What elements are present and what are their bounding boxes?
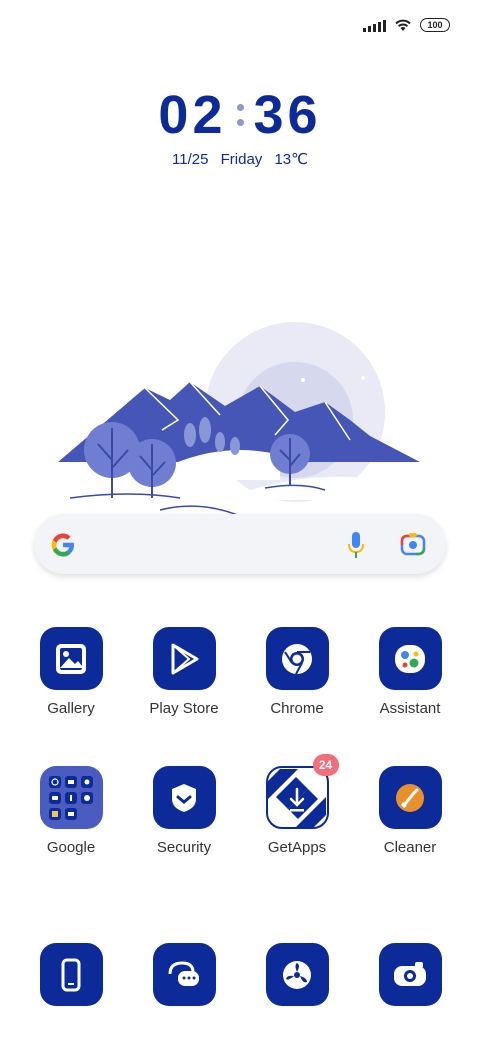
status-bar: 100: [363, 18, 450, 32]
app-cleaner[interactable]: Cleaner: [355, 766, 465, 856]
app-play-store[interactable]: Play Store: [129, 627, 239, 717]
assistant-icon: [378, 627, 442, 690]
app-label: Chrome: [270, 700, 324, 717]
gallery-icon: [39, 627, 103, 690]
wifi-icon: [395, 19, 411, 31]
app-getapps[interactable]: 24 GetApps: [242, 754, 352, 856]
app-chrome[interactable]: Chrome: [242, 627, 352, 717]
app-label: Assistant: [379, 700, 441, 717]
dock-phone[interactable]: [16, 943, 126, 1006]
phone-icon: [39, 943, 103, 1006]
signal-icon: [363, 18, 386, 32]
app-label: GetApps: [267, 839, 327, 856]
clock-hours: 02: [158, 85, 227, 145]
app-google-folder[interactable]: Google: [16, 766, 126, 856]
app-assistant[interactable]: Assistant: [355, 627, 465, 717]
date-weather[interactable]: 11/25 Friday 13℃: [0, 150, 480, 168]
app-label: Play Store: [149, 700, 219, 717]
dock-browser[interactable]: [242, 943, 352, 1006]
app-label: Cleaner: [383, 839, 437, 856]
notification-badge: 24: [312, 754, 339, 776]
app-gallery[interactable]: Gallery: [16, 627, 126, 717]
dock-camera[interactable]: [355, 943, 465, 1006]
app-label: Google: [46, 839, 96, 856]
google-folder-icon: [39, 766, 103, 829]
day-text: Friday: [220, 151, 263, 168]
app-label: Security: [156, 839, 212, 856]
clock-widget[interactable]: 02 36: [0, 84, 480, 146]
security-icon: [152, 766, 216, 829]
cleaner-icon: [378, 766, 442, 829]
voice-search-icon[interactable]: [346, 530, 366, 560]
date-text: 11/25: [172, 151, 209, 168]
mountain-illustration: [58, 322, 420, 517]
getapps-icon: 24: [265, 754, 339, 829]
temperature-text: 13℃: [274, 151, 308, 168]
messages-icon: [152, 943, 216, 1006]
google-logo-icon: [51, 533, 74, 557]
play-store-icon: [152, 627, 216, 690]
app-label: Gallery: [47, 700, 95, 717]
camera-icon: [378, 943, 442, 1006]
dock-messages[interactable]: [129, 943, 239, 1006]
clock-separator: [236, 104, 244, 126]
chrome-icon: [265, 627, 329, 690]
clock-minutes: 36: [253, 85, 322, 145]
google-lens-icon[interactable]: [400, 532, 426, 556]
battery-indicator: 100: [420, 18, 450, 32]
app-security[interactable]: Security: [129, 766, 239, 856]
google-search-bar[interactable]: [34, 514, 446, 574]
browser-icon: [265, 943, 329, 1006]
